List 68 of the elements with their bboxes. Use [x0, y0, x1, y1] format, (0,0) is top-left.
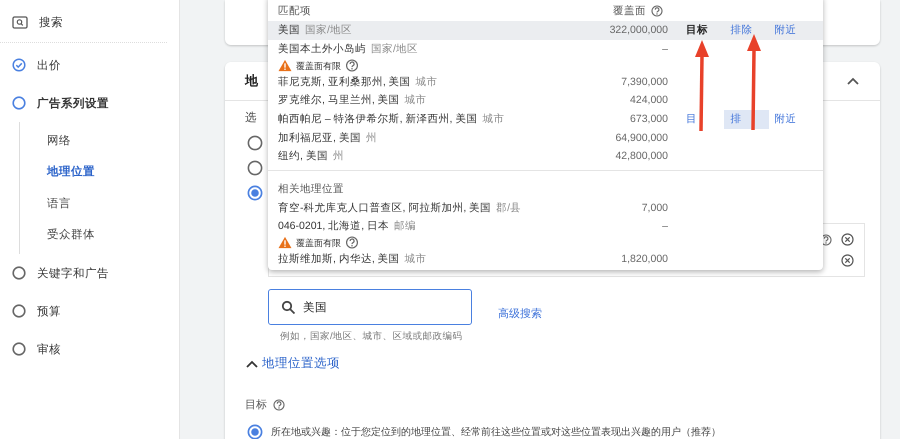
location-name: 帕西帕尼 – 特洛伊希尔斯, 新泽西州, 美国: [278, 112, 478, 124]
action-link[interactable]: 附近: [768, 110, 813, 128]
location-name: 拉斯维加斯, 内华达, 美国: [278, 252, 400, 264]
location-option[interactable]: 纽约, 美国 州 42,800,000: [268, 147, 823, 166]
location-name: 加利福尼亚, 美国: [278, 132, 361, 144]
location-name: 美国: [278, 24, 300, 36]
column-header: 覆盖面: [613, 4, 646, 18]
location-name: 罗克维尔, 马里兰州, 美国: [278, 94, 400, 106]
coverage-value: –: [661, 42, 668, 57]
location-option[interactable]: 帕西帕尼 – 特洛伊希尔斯, 新泽西州, 美国 城市 673,000 目 排 附近: [268, 110, 823, 128]
sidebar-subitem[interactable]: 受众群体: [20, 218, 179, 250]
coverage-value: 673,000: [629, 112, 668, 126]
coverage-value: 1,820,000: [620, 252, 668, 266]
action-link[interactable]: 排除: [724, 21, 769, 40]
location-type: 城市: [404, 252, 427, 264]
hint-text: 例如，国家/地区、城市、区域或邮政编码: [280, 330, 464, 343]
coverage-value: –: [661, 219, 668, 234]
location-name: 纽约, 美国: [278, 150, 328, 162]
action-link[interactable]: 目: [680, 110, 724, 128]
location-type: 国家/地区: [305, 24, 352, 36]
location-name: 美国本土外小岛屿: [278, 43, 366, 55]
sidebar-subitem[interactable]: 地理位置: [20, 156, 179, 188]
warning-text: 覆盖面有限: [296, 60, 341, 72]
field-label: 目标: [245, 398, 267, 412]
location-option[interactable]: 046-0201, 北海道, 日本 邮编 覆盖面有限 –: [268, 217, 823, 250]
location-name: 育空-科尤库克人口普查区, 阿拉斯加州, 美国: [278, 202, 492, 214]
location-name: 046-0201, 北海道, 日本: [278, 220, 390, 232]
warning-text: 覆盖面有限: [296, 236, 341, 250]
location-type: 国家/地区: [371, 43, 418, 55]
prompt-text: 选: [245, 111, 257, 125]
column-header: 匹配项: [278, 4, 311, 18]
sidebar-item[interactable]: 关键字和广告: [37, 266, 109, 281]
location-option[interactable]: 育空-科尤库克人口普查区, 阿拉斯加州, 美国 郡/县 7,000: [268, 198, 823, 217]
card-title: 地: [245, 72, 258, 90]
location-option[interactable]: 拉斯维加斯, 内华达, 美国 城市 1,820,000: [268, 250, 823, 268]
sidebar-subitem[interactable]: 语言: [20, 188, 179, 219]
location-name: 菲尼克斯, 亚利桑那州, 美国: [278, 76, 411, 88]
sidebar-item[interactable]: 出价: [37, 58, 61, 72]
radio-label: 所在地或兴趣：位于您定位到的地理位置、经常前往这些位置或对这些位置表现出兴趣的用户（推荐）: [271, 426, 721, 439]
coverage-value: 7,000: [640, 200, 668, 216]
options-toggle[interactable]: 地理位置选项: [245, 355, 340, 372]
coverage-value: 42,800,000: [614, 149, 668, 164]
sidebar-item[interactable]: 预算: [37, 304, 61, 319]
coverage-value: 7,390,000: [620, 74, 668, 90]
location-type: 城市: [416, 76, 438, 88]
sidebar-item[interactable]: 广告系列设置: [37, 96, 109, 110]
location-type: 邮编: [394, 220, 416, 232]
action-link[interactable]: 目标: [680, 21, 724, 40]
location-option[interactable]: 菲尼克斯, 亚利桑那州, 美国 城市 7,390,000: [268, 72, 823, 91]
location-option[interactable]: 美国本土外小岛屿 国家/地区 覆盖面有限 –: [268, 40, 823, 72]
location-option[interactable]: 罗克维尔, 马里兰州, 美国 城市 424,000: [268, 91, 823, 110]
action-link[interactable]: 排: [724, 110, 769, 128]
location-type: 州: [366, 132, 377, 144]
sidebar-item[interactable]: 搜索: [39, 14, 63, 30]
section-header: 相关地理位置: [277, 182, 345, 196]
location-type: 郡/县: [496, 202, 522, 214]
coverage-value: 64,900,000: [614, 130, 668, 146]
sidebar-item[interactable]: 审核: [37, 342, 61, 357]
coverage-value: 322,000,000: [608, 23, 668, 38]
action-link[interactable]: 附近: [768, 21, 813, 40]
location-type: 城市: [482, 112, 504, 124]
advanced-search-link[interactable]: 高级搜索: [498, 306, 542, 320]
location-option[interactable]: 美国 国家/地区 322,000,000 目标 排除 附近: [268, 21, 823, 40]
location-option[interactable]: 加利福尼亚, 美国 州 64,900,000: [268, 128, 823, 147]
sidebar-subitem[interactable]: 网络: [20, 125, 179, 156]
location-type: 城市: [404, 94, 427, 106]
coverage-value: 424,000: [629, 93, 668, 108]
location-type: 州: [332, 150, 344, 162]
